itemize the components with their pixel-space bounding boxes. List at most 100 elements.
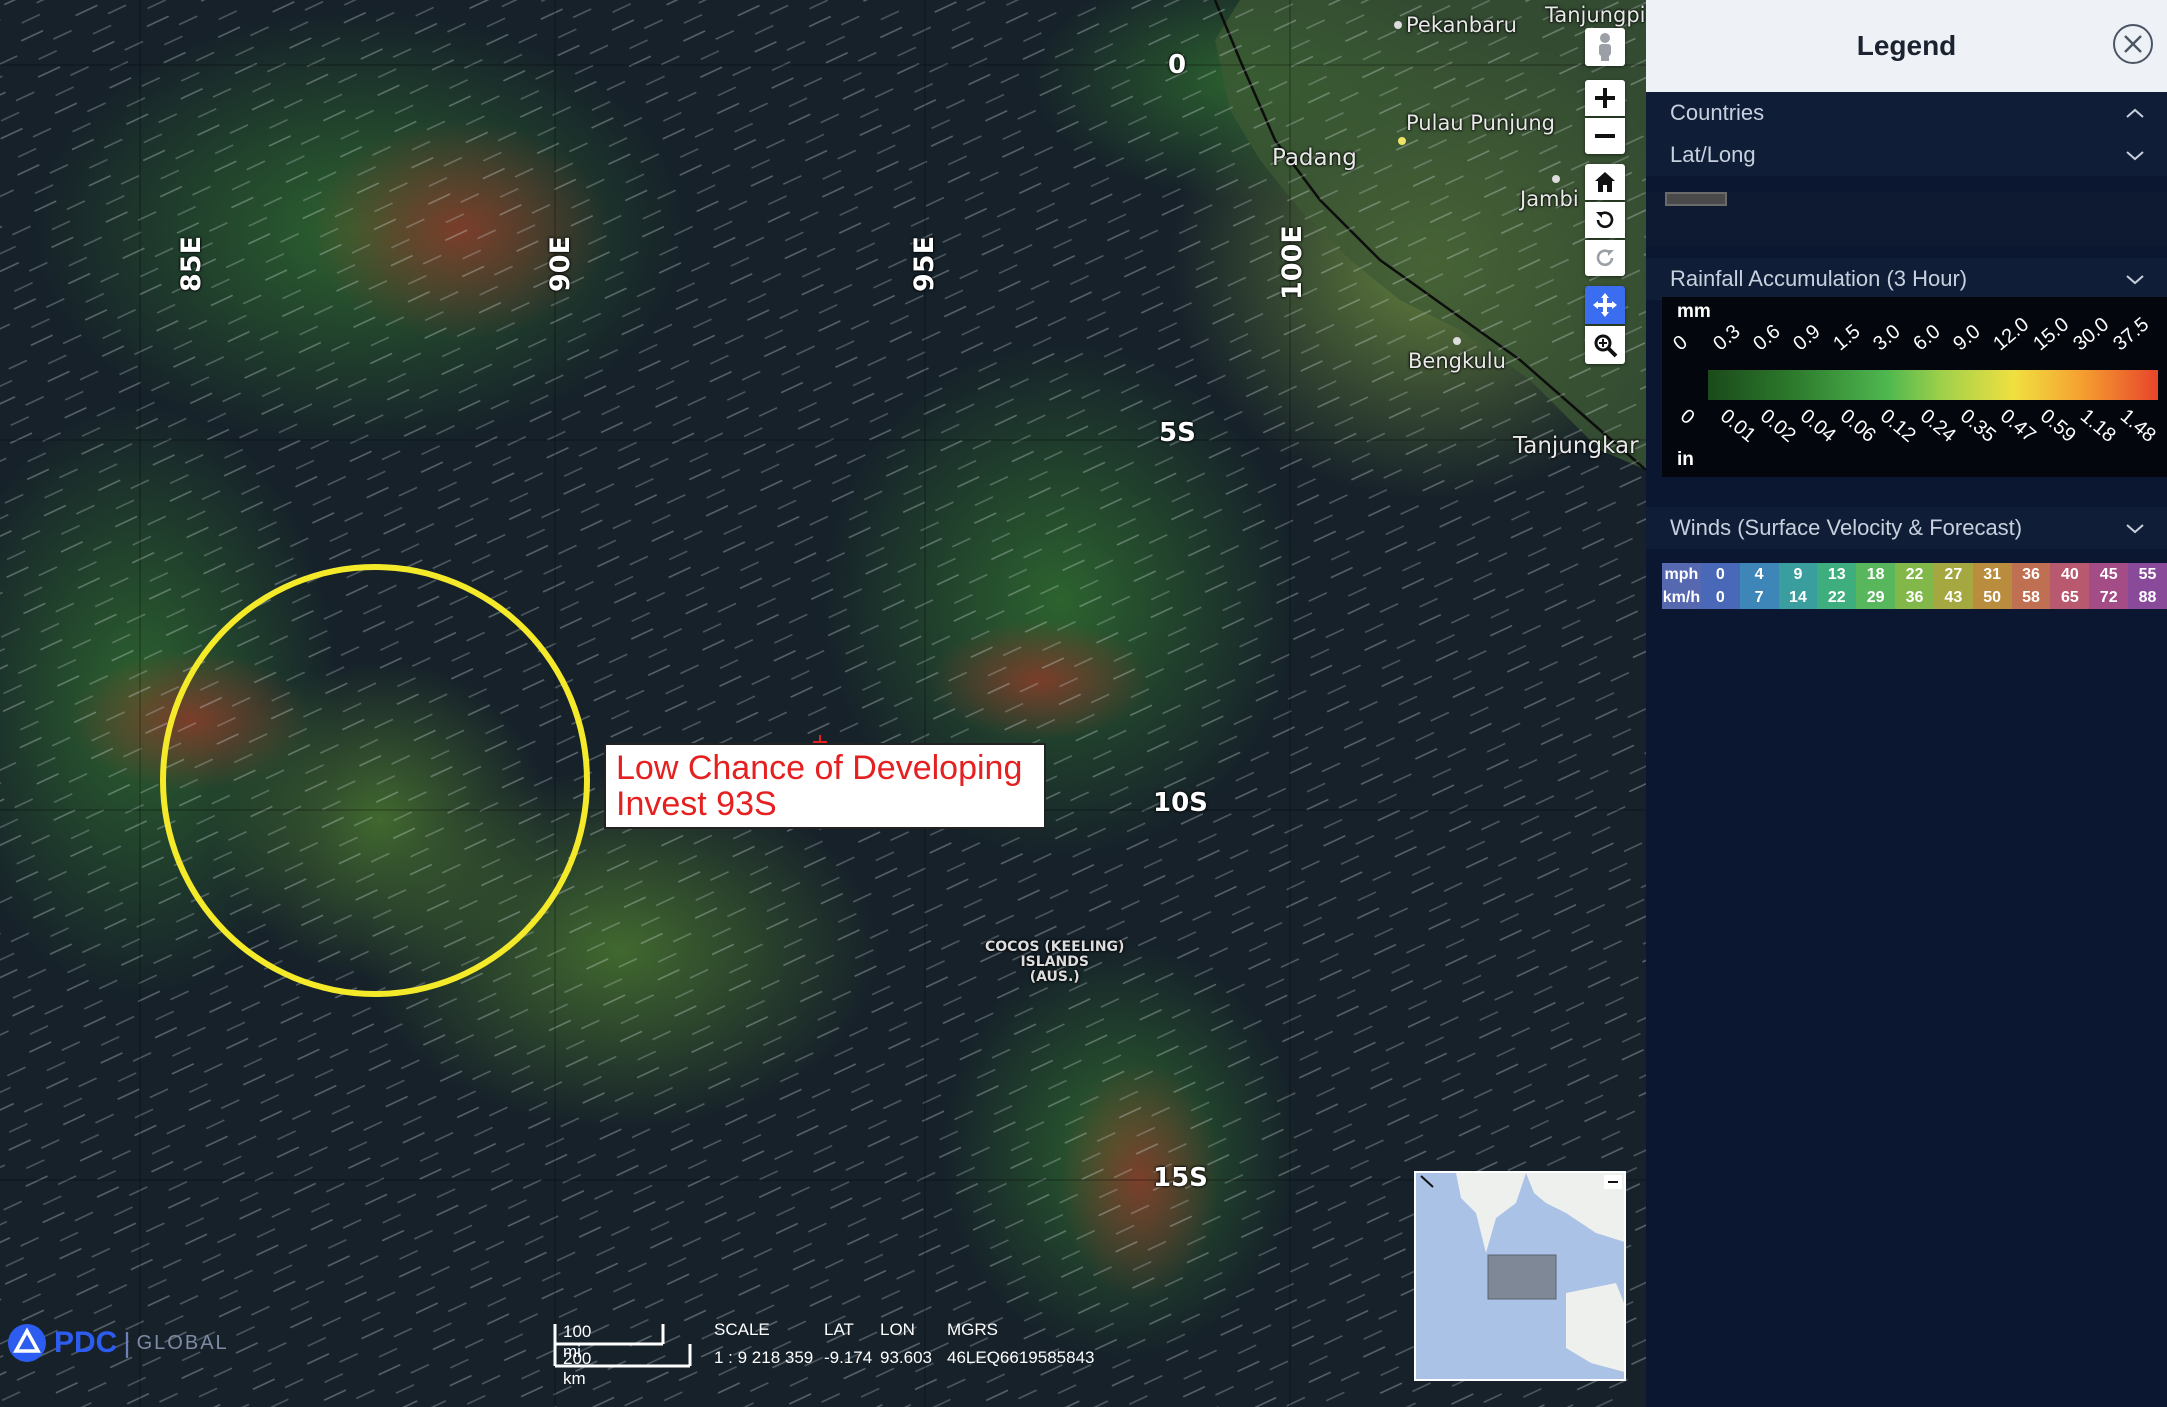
chevron-down-icon	[2126, 524, 2144, 534]
section-label: Winds (Surface Velocity & Forecast)	[1670, 515, 2023, 540]
rainfall-unit-mm: mm	[1677, 301, 1711, 322]
place-label: Jambi	[1520, 187, 1579, 211]
longitude-label: 95E	[909, 235, 940, 292]
callout-line-2: Invest 93S	[616, 785, 777, 823]
zoom-in-icon[interactable]	[1585, 80, 1625, 116]
legend-section-latlong[interactable]: Lat/Long	[1646, 134, 2167, 176]
lon-readout: LON 93.603	[880, 1320, 932, 1367]
rotate-right-icon[interactable]	[1585, 240, 1625, 276]
island-label: COCOS (KEELING) ISLANDS (AUS.)	[985, 939, 1125, 985]
rainfall-in-tick: 0.06	[1835, 405, 1880, 447]
street-view-icon[interactable]	[1585, 28, 1625, 66]
place-label: Tanjungkar	[1513, 433, 1639, 459]
system-highlight-circle	[160, 564, 590, 997]
wind-mph-row: mph 0 4 9 13 18 22 27 31 36 40 45 55	[1662, 563, 2167, 586]
wind-mph-value: 27	[1933, 563, 1973, 586]
overview-expand-icon[interactable]	[1420, 1175, 1436, 1189]
legend-section-rainfall[interactable]: Rainfall Accumulation (3 Hour)	[1646, 258, 2167, 300]
rainfall-mm-tick: 12.0	[1989, 313, 2034, 356]
rainfall-in-tick: 1.18	[2075, 405, 2120, 447]
rainfall-mm-tick: 37.5	[2109, 313, 2154, 356]
wind-kmh-value: 43	[1933, 586, 1973, 609]
legend-section-winds[interactable]: Winds (Surface Velocity & Forecast)	[1646, 507, 2167, 549]
zoom-box-icon[interactable]	[1585, 326, 1625, 364]
wind-mph-value: 40	[2050, 563, 2090, 586]
legend-title: Legend	[1856, 30, 1957, 61]
place-label: Bengkulu	[1408, 349, 1506, 373]
chevron-down-icon	[2126, 275, 2144, 285]
legend-panel: Legend Countries Lat/Long Rainfall Accum…	[1646, 0, 2167, 1407]
place-label: Pekanbaru	[1406, 13, 1517, 37]
home-icon[interactable]	[1585, 164, 1625, 200]
rainfall-in-tick: 0.47	[1995, 405, 2040, 447]
wind-unit-label: km/h	[1662, 586, 1701, 609]
place-label: Padang	[1272, 145, 1357, 171]
rainfall-in-tick: 0.01	[1715, 405, 1760, 447]
rainfall-mm-tick: 0.6	[1749, 320, 1785, 356]
rainfall-mm-tick: 1.5	[1829, 320, 1865, 356]
rainfall-in-tick: 0.12	[1875, 405, 1920, 447]
map-view[interactable]: 85E 90E 95E 100E 0 5S 10S 15S Pekanbaru …	[0, 0, 1646, 1407]
graticule-swatch	[1665, 192, 1727, 206]
wind-kmh-value: 88	[2128, 586, 2167, 609]
wind-kmh-value: 29	[1856, 586, 1896, 609]
wind-kmh-value: 0	[1700, 586, 1740, 609]
callout-line-1: Low Chance of Developing	[616, 749, 1023, 787]
longitude-label: 90E	[545, 235, 576, 292]
rainfall-mm-tick: 30.0	[2069, 313, 2114, 356]
latitude-label: 15S	[1153, 1163, 1208, 1193]
wind-kmh-value: 58	[2011, 586, 2051, 609]
wind-kmh-value: 50	[1972, 586, 2012, 609]
wind-mph-value: 36	[2011, 563, 2051, 586]
wind-kmh-row: km/h 0 7 14 22 29 36 43 50 58 65 72 88	[1662, 586, 2167, 609]
storm-callout: Low Chance of Developing Invest 93S	[604, 743, 1046, 829]
rainfall-unit-in: in	[1677, 449, 1694, 470]
wind-mph-value: 13	[1817, 563, 1857, 586]
lat-readout: LAT -9.174	[824, 1320, 873, 1367]
rotate-left-icon[interactable]	[1585, 202, 1625, 238]
wind-mph-value: 22	[1895, 563, 1934, 586]
overview-map[interactable]	[1414, 1171, 1626, 1381]
rainfall-mm-tick: 0	[1669, 331, 1692, 356]
wind-mph-value: 18	[1856, 563, 1896, 586]
legend-section-countries[interactable]: Countries	[1646, 92, 2167, 134]
close-icon[interactable]	[2113, 24, 2153, 64]
rainfall-in-tick: 0.24	[1915, 405, 1960, 447]
logo-subtext: GLOBAL	[136, 1331, 229, 1354]
rainfall-mm-tick: 15.0	[2029, 313, 2074, 356]
rainfall-mm-tick: 3.0	[1869, 320, 1905, 356]
overview-map-graphic	[1416, 1173, 1624, 1379]
longitude-label: 85E	[176, 235, 207, 292]
place-label: Pulau Punjung	[1406, 111, 1555, 135]
latitude-label: 5S	[1159, 418, 1196, 448]
wind-mph-value: 4	[1739, 563, 1779, 586]
longitude-label: 100E	[1277, 225, 1308, 300]
rainfall-in-tick: 0.59	[2035, 405, 2080, 447]
wind-kmh-value: 36	[1895, 586, 1934, 609]
latitude-label: 0	[1168, 50, 1187, 80]
wind-mph-value: 9	[1778, 563, 1818, 586]
scale-kilometers: 200 km	[563, 1349, 592, 1388]
section-label: Rainfall Accumulation (3 Hour)	[1670, 266, 1968, 291]
overview-collapse-icon[interactable]	[1604, 1175, 1622, 1189]
wind-speed-scale: mph 0 4 9 13 18 22 27 31 36 40 45 55 km/h 0 7 14 22 29 3…	[1662, 563, 2167, 609]
rainfall-gradient-bar	[1708, 370, 2158, 400]
chevron-down-icon	[2126, 151, 2144, 161]
pan-icon[interactable]	[1585, 286, 1625, 324]
wind-kmh-value: 14	[1778, 586, 1818, 609]
rainfall-mm-tick: 0.3	[1709, 320, 1745, 356]
chevron-up-icon	[2126, 108, 2144, 118]
scale-readout: SCALE 1 : 9 218 359	[714, 1320, 814, 1367]
zoom-out-icon[interactable]	[1585, 118, 1625, 154]
wind-kmh-value: 65	[2050, 586, 2090, 609]
wind-mph-value: 45	[2089, 563, 2129, 586]
legend-header: Legend	[1646, 0, 2167, 92]
rainfall-in-tick: 0	[1675, 405, 1699, 430]
wind-mph-value: 0	[1700, 563, 1740, 586]
section-label: Countries	[1670, 100, 1765, 125]
place-label: Tanjungpi	[1545, 3, 1646, 27]
wind-kmh-value: 72	[2089, 586, 2129, 609]
section-label: Lat/Long	[1670, 142, 1756, 167]
latlong-legend-body	[1646, 192, 2167, 246]
wind-mph-value: 31	[1972, 563, 2012, 586]
